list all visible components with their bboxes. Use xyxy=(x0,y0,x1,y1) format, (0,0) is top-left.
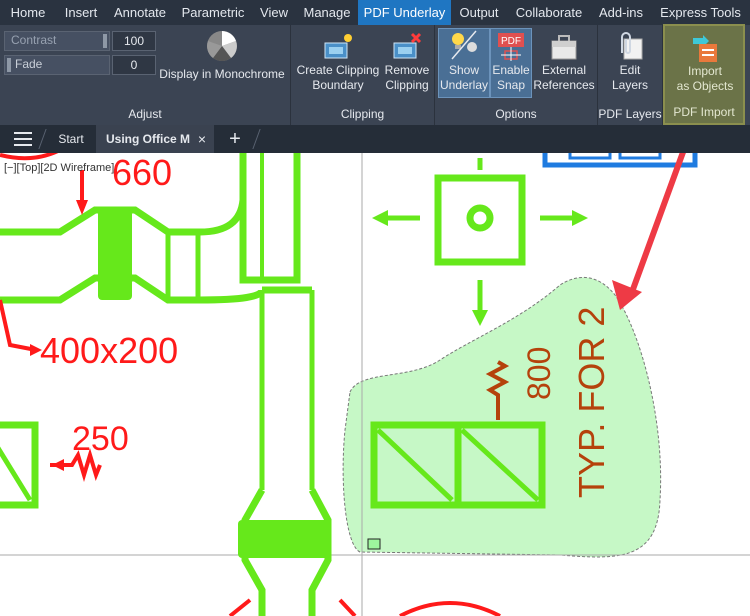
show-underlay-button[interactable]: Show Underlay xyxy=(438,28,490,98)
enable-snap-line2: Snap xyxy=(496,78,526,92)
adjust-panel-label: Adjust xyxy=(128,107,162,121)
edit-layers-line1: Edit xyxy=(619,63,641,77)
import-as-objects-button[interactable]: Import as Objects xyxy=(667,32,743,94)
viewport-label[interactable]: [−][Top][2D Wireframe] xyxy=(4,162,114,174)
create-clipping-boundary-button[interactable]: Create Clipping Boundary xyxy=(295,31,381,93)
menu-collaborate[interactable]: Collaborate xyxy=(507,0,591,25)
external-references-line2: References xyxy=(533,78,595,92)
close-tab-icon[interactable]: × xyxy=(198,125,206,153)
contrast-slider-thumb[interactable] xyxy=(103,34,107,48)
panel-pdf-layers: Edit Layers PDF Layers xyxy=(598,25,663,125)
fade-slider[interactable]: Fade xyxy=(4,55,110,75)
external-references-button[interactable]: External References xyxy=(533,31,595,93)
dimension-660: 660 xyxy=(112,153,172,193)
clip-create-icon xyxy=(324,34,352,59)
show-underlay-line1: Show xyxy=(448,63,480,77)
contrast-label: Contrast xyxy=(11,33,57,47)
blue-frame-inner xyxy=(568,153,612,160)
paperclip-layers-icon xyxy=(621,32,643,60)
menu-home[interactable]: Home xyxy=(0,0,56,25)
contrast-value[interactable]: 100 xyxy=(112,31,156,51)
menu-pdf-underlay[interactable]: PDF Underlay xyxy=(358,0,451,25)
monochrome-icon xyxy=(207,31,237,61)
dimension-250: 250 xyxy=(72,420,129,458)
menu-bar: Home Insert Annotate Parametric View Man… xyxy=(0,0,750,25)
new-tab-plus-icon[interactable]: + xyxy=(226,127,244,151)
enable-snap-line1: Enable xyxy=(492,63,530,77)
show-underlay-line2: Underlay xyxy=(439,78,489,92)
edit-layers-button[interactable]: Edit Layers xyxy=(602,31,658,93)
snap-icon-text: PDF xyxy=(501,36,521,47)
display-monochrome-button[interactable]: Display in Monochrome xyxy=(156,29,288,82)
menu-output[interactable]: Output xyxy=(451,0,507,25)
import-line2: as Objects xyxy=(676,79,734,93)
file-tab-bar: Start Using Office M × + xyxy=(0,125,750,153)
dimension-400x200: 400x200 xyxy=(40,330,178,371)
note-typ-for-2: TYP. FOR 2 xyxy=(571,307,612,498)
drawing-svg: 660 400x200 250 800 TYP. FOR 2 xyxy=(0,153,750,616)
menu-express-tools[interactable]: Express Tools xyxy=(651,0,750,25)
fade-value[interactable]: 0 xyxy=(112,55,156,75)
menu-parametric[interactable]: Parametric xyxy=(174,0,252,25)
remove-clipping-line2: Clipping xyxy=(385,78,429,92)
enable-snap-button[interactable]: PDF Enable Snap xyxy=(490,28,532,98)
panel-options: Show Underlay PDF Enable Snap External R… xyxy=(435,25,598,125)
pdf-layers-panel-label: PDF Layers xyxy=(598,107,662,121)
selection-highlight-region xyxy=(342,277,662,558)
clipping-panel-label: Clipping xyxy=(340,107,385,121)
create-clipping-line1: Create Clipping xyxy=(296,63,380,77)
remove-clipping-line1: Remove xyxy=(384,63,430,77)
monochrome-label: Display in Monochrome xyxy=(159,67,285,81)
ribbon: Contrast 100 Fade 0 Display in Monochrom… xyxy=(0,24,750,125)
panel-adjust: Contrast 100 Fade 0 Display in Monochrom… xyxy=(0,25,291,125)
dimension-800: 800 xyxy=(521,347,557,400)
callout-arrow-line xyxy=(629,153,686,294)
options-panel-label: Options xyxy=(495,107,537,121)
blue-frame-inner xyxy=(618,153,662,160)
import-line1: Import xyxy=(687,64,722,78)
import-document-icon xyxy=(693,35,717,62)
lightbulb-icon xyxy=(451,30,477,60)
contrast-slider[interactable]: Contrast xyxy=(4,31,110,51)
grip-marker[interactable] xyxy=(367,538,381,550)
tab-using-office[interactable]: Using Office M × xyxy=(96,125,214,153)
edit-layers-line2: Layers xyxy=(611,78,649,92)
external-references-line1: External xyxy=(541,63,587,77)
red-arrowhead xyxy=(52,459,64,471)
pdf-snap-icon: PDF xyxy=(498,33,524,61)
tab-using-office-label: Using Office M xyxy=(106,132,191,146)
fade-slider-thumb[interactable] xyxy=(7,58,11,72)
menu-manage[interactable]: Manage xyxy=(296,0,358,25)
drawing-canvas[interactable]: 660 400x200 250 800 TYP. FOR 2 xyxy=(0,153,750,616)
pdf-import-panel-label: PDF Import xyxy=(673,105,735,119)
panel-pdf-import: Import as Objects PDF Import xyxy=(663,24,745,125)
tab-divider xyxy=(38,129,47,149)
menu-add-ins[interactable]: Add-ins xyxy=(591,0,651,25)
clip-remove-icon xyxy=(393,32,422,59)
menu-view[interactable]: View xyxy=(252,0,296,25)
menu-insert[interactable]: Insert xyxy=(56,0,106,25)
create-clipping-line2: Boundary xyxy=(312,78,364,92)
tab-divider xyxy=(252,129,261,149)
remove-clipping-button[interactable]: Remove Clipping xyxy=(381,31,433,93)
tab-start[interactable]: Start xyxy=(50,125,92,153)
menu-annotate[interactable]: Annotate xyxy=(106,0,174,25)
fade-label: Fade xyxy=(15,57,43,71)
hamburger-menu-icon[interactable] xyxy=(14,132,32,146)
panel-clipping: Create Clipping Boundary Remove Clipping… xyxy=(291,25,435,125)
briefcase-icon xyxy=(551,35,577,60)
